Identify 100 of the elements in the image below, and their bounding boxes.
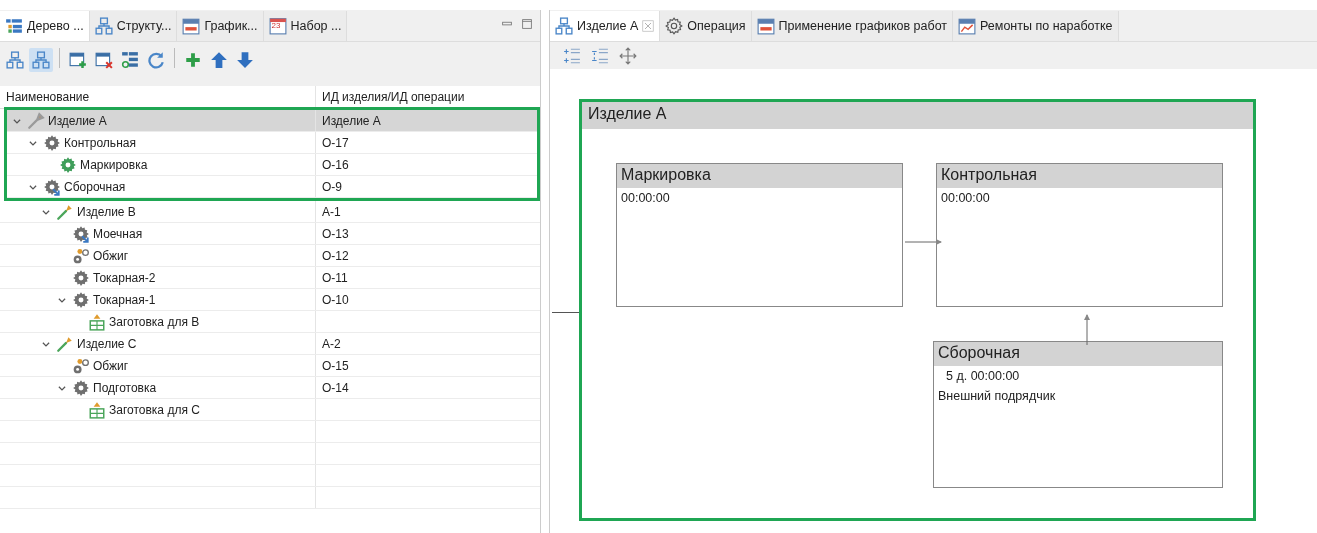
item-id: О-16 [322, 157, 349, 172]
tree-row[interactable]: Маркировка О-16 [7, 154, 537, 176]
box-icon [88, 312, 106, 331]
connector-arrow [904, 239, 942, 245]
gear-icon [43, 133, 61, 152]
tab[interactable]: Дерево ... [0, 11, 90, 41]
move-icon [619, 46, 637, 65]
gear-icon [665, 17, 684, 35]
tree-row[interactable]: Токарная-2 О-11 [0, 267, 540, 289]
tree-row[interactable]: Подготовка О-14 [0, 377, 540, 399]
item-name: Токарная-2 [93, 270, 156, 285]
connector-line [552, 312, 579, 313]
tree-list-icon [5, 17, 23, 35]
calendar-chart-icon [958, 17, 977, 35]
node-text: 00:00:00 [620, 190, 671, 207]
node-text: Внешний подрядчик [937, 388, 1057, 405]
item-name: Обжиг [93, 358, 129, 373]
tree-row[interactable]: Моечная О-13 [0, 223, 540, 245]
item-id: А-2 [322, 336, 341, 351]
refresh-icon [147, 51, 165, 69]
node-title: Маркировка [617, 164, 902, 188]
tree-row[interactable]: Заготовка для В [0, 311, 540, 333]
hierarchy-icon [32, 51, 50, 69]
operation-node[interactable]: Контрольная 00:00:00 [936, 163, 1223, 307]
tree-row[interactable]: Контрольная О-17 [7, 132, 537, 154]
remove-window-icon [95, 51, 113, 69]
box-icon [88, 400, 106, 419]
item-name: Подготовка [93, 380, 157, 395]
item-id: А-1 [322, 204, 341, 219]
item-id: О-11 [322, 270, 348, 285]
hierarchy-icon [94, 17, 113, 35]
item-name: Маркировка [80, 157, 148, 172]
tree-row[interactable]: Изделие С А-2 [0, 333, 540, 355]
arrow-up-icon [210, 51, 228, 69]
list-icon [591, 46, 609, 65]
item-name: Заготовка для В [109, 314, 200, 329]
item-name: Заготовка для С [109, 402, 200, 417]
item-id: О-17 [322, 135, 349, 150]
item-name: Изделие А [48, 113, 107, 128]
wrench-icon [56, 202, 74, 221]
group-title: Изделие А [582, 102, 1253, 129]
tree-row[interactable]: Токарная-1 О-10 [0, 289, 540, 311]
column-header[interactable]: ИД изделия/ИД операции [316, 86, 540, 108]
item-id: О-12 [322, 248, 349, 263]
calendar-icon [182, 17, 201, 35]
plus-icon [184, 51, 202, 69]
gears-icon [72, 246, 90, 265]
hierarchy-icon [6, 51, 24, 69]
hierarchy-button[interactable] [3, 48, 27, 72]
tree-row[interactable]: Обжиг О-12 [0, 245, 540, 267]
item-name: Токарная-1 [93, 292, 156, 307]
item-name: Сборочная [64, 179, 126, 194]
item-id: О-9 [322, 179, 342, 194]
tree-row[interactable]: Изделие А Изделие А [7, 110, 537, 132]
list-icon [563, 46, 581, 65]
connector-arrow [1084, 314, 1090, 346]
tab[interactable]: 23 Набор ... [263, 11, 348, 41]
gear-icon [72, 224, 90, 243]
calendar-icon [268, 17, 287, 35]
hierarchy-button[interactable] [29, 48, 53, 72]
gear-icon [43, 177, 61, 196]
item-name: Изделие С [77, 336, 137, 351]
tab[interactable]: Изделие А [550, 11, 661, 41]
maximize-icon[interactable] [520, 17, 534, 31]
gear-icon [59, 155, 77, 174]
gear-icon [72, 378, 90, 397]
operation-node[interactable]: Сборочная 5 д. 00:00:00 Внешний подрядчик [933, 341, 1223, 488]
gear-icon [72, 290, 90, 309]
arrow-down-icon [236, 51, 254, 69]
item-id: О-15 [322, 358, 349, 373]
column-header[interactable]: Наименование [0, 86, 316, 108]
item-name: Обжиг [93, 248, 129, 263]
tab[interactable]: Применение графиков работ [751, 11, 954, 41]
tree-row[interactable]: Сборочная О-9 [7, 176, 537, 198]
gear-icon [72, 268, 90, 287]
item-name: Изделие В [77, 204, 136, 219]
wrench-icon [27, 111, 45, 130]
node-title: Контрольная [937, 164, 1222, 188]
node-text: 5 д. 00:00:00 [945, 368, 1021, 385]
wrench-icon [56, 334, 74, 353]
item-id: О-13 [322, 226, 349, 241]
operation-node[interactable]: Маркировка 00:00:00 [616, 163, 903, 307]
add-window-icon [69, 51, 87, 69]
tree-row[interactable]: Заготовка для С [0, 399, 540, 421]
list-icon [121, 51, 139, 69]
tree-row[interactable]: Изделие В А-1 [0, 201, 540, 223]
item-id: О-14 [322, 380, 349, 395]
tab[interactable]: График... [177, 11, 264, 41]
gears-icon [72, 356, 90, 375]
tree-row[interactable]: Обжиг О-15 [0, 355, 540, 377]
node-text: 00:00:00 [940, 190, 991, 207]
calendar-icon [756, 17, 775, 35]
tab[interactable]: Операция [660, 11, 752, 41]
node-title: Сборочная [934, 342, 1222, 366]
tab[interactable]: Ремонты по наработке [953, 11, 1119, 41]
item-id: О-10 [322, 292, 349, 307]
hierarchy-icon [555, 17, 573, 35]
item-id: Изделие А [322, 113, 381, 128]
tab[interactable]: Структу... [89, 11, 178, 41]
item-name: Моечная [93, 226, 143, 241]
